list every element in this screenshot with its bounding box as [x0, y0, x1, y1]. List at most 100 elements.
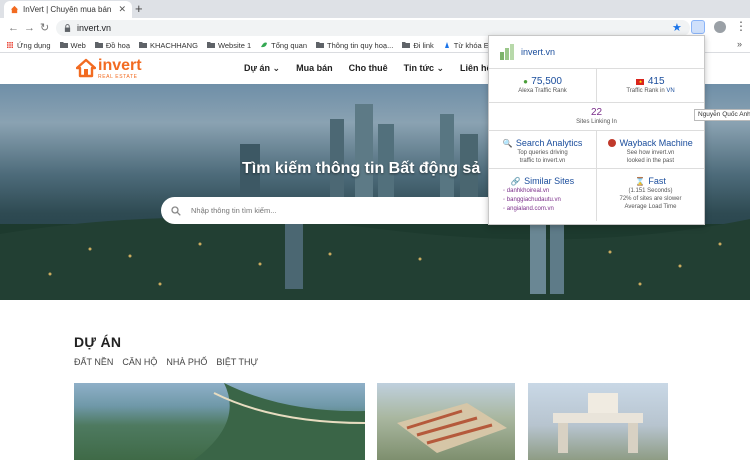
- sites-linking-label: Sites Linking In: [576, 119, 617, 125]
- similar-site-url: angialand.com.vn: [506, 206, 554, 212]
- country-rank-cell[interactable]: ★ 415 Traffic Rank in VN: [596, 69, 704, 102]
- property-search[interactable]: [161, 197, 521, 224]
- alexa-rank-label: Alexa Traffic Rank: [518, 88, 567, 94]
- url-text: invert.vn: [77, 23, 112, 33]
- coastline-image: [194, 383, 365, 460]
- bookmark-item[interactable]: Đồ hoạ: [94, 40, 130, 50]
- apps-grid-icon: [7, 42, 13, 48]
- wayback-cell[interactable]: Wayback Machine See how invert.vn looked…: [596, 131, 704, 168]
- bookmark-item[interactable]: KHACHHANG: [139, 41, 198, 50]
- project-filters: ĐẤT NỀN CĂN HỘ NHÀ PHỐ BIỆT THỰ: [74, 357, 267, 367]
- search-analytics-cell[interactable]: 🔍 Search Analytics Top queries driving t…: [489, 131, 596, 168]
- site-logo[interactable]: invert REAL ESTATE: [76, 58, 142, 80]
- more-bookmarks-icon[interactable]: »: [737, 39, 742, 49]
- tab-title: InVert | Chuyên mua bán Bất Đ: [23, 5, 114, 14]
- bookmark-label: KHACHHANG: [150, 40, 198, 50]
- folder-icon: [59, 42, 68, 48]
- similar-site-url: danhkhoireal.vn: [506, 188, 550, 194]
- tab-strip: InVert | Chuyên mua bán Bất Đ ✕ +: [0, 0, 750, 18]
- site-favicon-icon: [10, 5, 19, 14]
- bookmark-label: Đồ hoạ: [105, 40, 130, 50]
- bookmark-item[interactable]: Đi link: [402, 41, 434, 50]
- folder-icon: [206, 42, 215, 48]
- search-analytics-title: Search Analytics: [515, 138, 583, 148]
- popup-site-name: invert.vn: [521, 47, 556, 57]
- bar-chart-icon: [500, 44, 514, 60]
- magnifier-icon: 🔍: [502, 139, 513, 148]
- similar-site-link[interactable]: ◦ danhkhoireal.vn: [493, 187, 592, 196]
- wayback-icon: [608, 139, 617, 147]
- leaf-icon: [261, 42, 268, 48]
- nav-label: Tin tức: [403, 63, 434, 73]
- profile-tooltip: Nguyễn Quốc Anh: [694, 109, 750, 121]
- search-analytics-desc: traffic to invert.vn: [519, 158, 566, 164]
- bookmark-item[interactable]: Website 1: [206, 40, 252, 50]
- profile-avatar-icon[interactable]: [714, 21, 726, 33]
- chevron-down-icon: ⌄: [272, 63, 281, 73]
- bookmark-label: Web: [70, 40, 86, 50]
- bookmark-item[interactable]: Web: [59, 40, 86, 50]
- nav-cho-thue[interactable]: Cho thuê: [349, 63, 388, 74]
- folder-icon: [316, 42, 325, 48]
- entrance-gate-image: [553, 393, 643, 453]
- country-rank-label: Traffic Rank in: [626, 88, 665, 94]
- country-code: VN: [666, 88, 675, 94]
- load-speed-label: Average Load Time: [624, 204, 677, 210]
- wayback-desc: looked in the past: [626, 158, 675, 164]
- bookmark-item[interactable]: Thông tin quy hoạ...: [316, 41, 393, 50]
- nav-du-an[interactable]: Dự án ⌄: [244, 63, 280, 74]
- nav-label: Dự án: [244, 63, 271, 73]
- nav-lien-he[interactable]: Liên hệ: [460, 63, 492, 74]
- project-card-image[interactable]: [377, 383, 515, 460]
- filter-biet-thu[interactable]: BIỆT THỰ: [216, 357, 258, 367]
- bookmark-label: Thông tin quy hoạ...: [327, 40, 394, 50]
- search-input[interactable]: [191, 206, 491, 215]
- similar-sites-cell: 🔗 Similar Sites ◦ danhkhoireal.vn ◦ bang…: [489, 169, 596, 221]
- load-time-cell[interactable]: ⌛ Fast (1.151 Seconds) 72% of sites are …: [596, 169, 704, 221]
- address-bar[interactable]: invert.vn: [56, 20, 690, 36]
- filter-dat-nen[interactable]: ĐẤT NỀN: [74, 357, 113, 367]
- globe-icon: ●: [523, 77, 528, 86]
- main-nav: Dự án ⌄ Mua bán Cho thuê Tin tức ⌄ Liên …: [244, 63, 508, 74]
- vietnam-flag-icon: ★: [636, 79, 645, 85]
- project-card-image[interactable]: [74, 383, 365, 460]
- chevron-down-icon: ⌄: [436, 63, 445, 73]
- nav-mua-ban[interactable]: Mua bán: [296, 63, 333, 74]
- alexa-extension-icon[interactable]: [691, 20, 705, 34]
- bookmark-label: Ứng dụng: [17, 40, 51, 50]
- nav-tin-tuc[interactable]: Tin tức ⌄: [404, 63, 444, 74]
- folder-icon: [402, 42, 411, 48]
- bookmark-item[interactable]: Ứng dụng: [6, 41, 51, 50]
- bookmark-item[interactable]: Tổng quan: [260, 41, 307, 50]
- sites-linking-cell[interactable]: 22 Sites Linking In: [489, 103, 704, 130]
- filter-can-ho[interactable]: CĂN HỘ: [122, 357, 157, 367]
- similar-site-link[interactable]: ◦ angialand.com.vn: [493, 205, 592, 214]
- similar-site-link[interactable]: ◦ banggiachudautu.vn: [493, 196, 592, 205]
- country-rank-value: 415: [647, 76, 665, 87]
- filter-nha-pho[interactable]: NHÀ PHỐ: [166, 357, 207, 367]
- project-card-image[interactable]: [528, 383, 668, 460]
- forward-icon[interactable]: →: [24, 21, 35, 35]
- new-tab-button[interactable]: +: [135, 2, 143, 15]
- townhouse-aerial-image: [397, 403, 507, 453]
- link-chain-icon: 🔗: [510, 177, 521, 186]
- menu-dots-icon[interactable]: ⋮: [735, 19, 747, 33]
- bookmark-label: Website 1: [217, 40, 252, 50]
- bookmark-star-icon[interactable]: ★: [672, 21, 682, 34]
- load-speed-compare: 72% of sites are slower: [619, 196, 682, 202]
- keyword-tool-icon: [444, 42, 449, 48]
- back-icon[interactable]: ←: [8, 21, 19, 35]
- lock-icon: [64, 24, 71, 32]
- load-speed-seconds: (1.151 Seconds): [628, 188, 673, 194]
- close-tab-icon[interactable]: ✕: [118, 4, 126, 15]
- search-icon: [171, 205, 181, 216]
- hero-title: Tìm kiếm thông tin Bất động sả: [242, 160, 481, 177]
- wayback-desc: See how invert.vn: [626, 150, 675, 156]
- section-title: DỰ ÁN: [74, 334, 122, 350]
- browser-tab[interactable]: InVert | Chuyên mua bán Bất Đ ✕: [4, 1, 132, 18]
- reload-icon[interactable]: ↻: [40, 21, 49, 35]
- similar-sites-title[interactable]: Similar Sites: [524, 176, 574, 186]
- alexa-rank-cell[interactable]: ● 75,500 Alexa Traffic Rank: [489, 69, 596, 102]
- bookmark-label: Tổng quan: [271, 40, 308, 50]
- alexa-rank-popup: invert.vn ● 75,500 Alexa Traffic Rank ★ …: [488, 35, 705, 225]
